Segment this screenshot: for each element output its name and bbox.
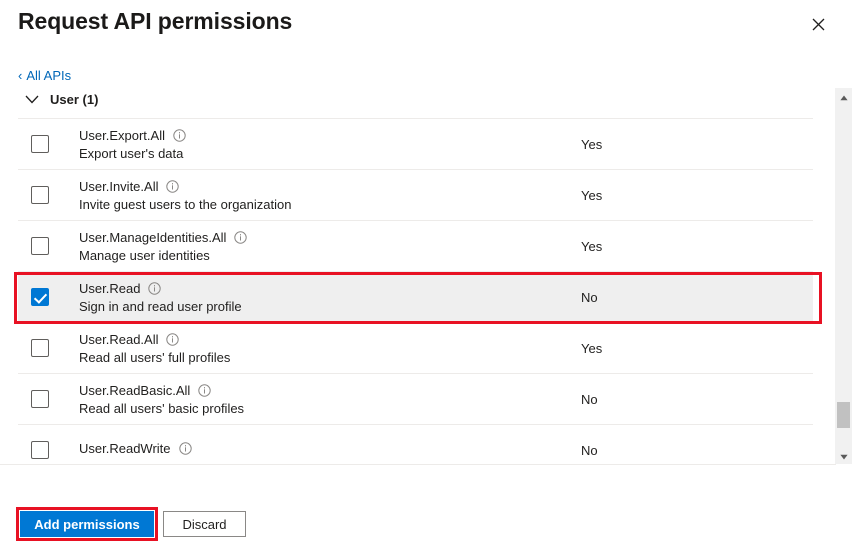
permission-checkbox[interactable] xyxy=(31,135,49,153)
permission-text: User.ReadWrite xyxy=(62,441,581,459)
permission-text: User.ReadBasic.All Read all users' basic … xyxy=(62,383,581,416)
permission-checkbox[interactable] xyxy=(31,390,49,408)
permission-text: User.Read.All Read all users' full profil… xyxy=(62,332,581,365)
permission-text: User.Read Sign in and read user profile xyxy=(62,281,581,314)
permission-checkbox[interactable] xyxy=(31,288,49,306)
checkbox-cell xyxy=(18,135,62,153)
info-icon[interactable] xyxy=(166,332,180,346)
chevron-left-icon: ‹ xyxy=(18,68,23,83)
permission-name-line: User.Invite.All xyxy=(79,179,581,194)
permission-row[interactable]: User.ManageIdentities.All Manage user ide… xyxy=(18,220,813,271)
permission-row[interactable]: User.ReadBasic.All Read all users' basic … xyxy=(18,373,813,424)
admin-consent-value: No xyxy=(581,442,598,458)
permission-group-label: User (1) xyxy=(50,91,99,107)
chevron-down-icon xyxy=(24,91,40,107)
admin-consent-value: No xyxy=(581,289,598,305)
info-icon[interactable] xyxy=(198,383,211,397)
caret-down-icon xyxy=(839,447,848,465)
permission-description: Read all users' full profiles xyxy=(79,349,231,365)
permission-description: Read all users' basic profiles xyxy=(79,400,245,416)
permission-name: User.Read xyxy=(79,280,141,296)
admin-consent-value: Yes xyxy=(581,136,603,152)
caret-up-icon xyxy=(839,88,848,106)
permission-name: User.Export.All xyxy=(79,127,165,143)
permission-name-line: User.Read xyxy=(79,281,581,296)
info-icon[interactable] xyxy=(148,281,162,295)
permission-text: User.Invite.All Invite guest users to the… xyxy=(62,179,581,212)
permission-row[interactable]: User.Export.All Export user's data Yes xyxy=(18,118,813,169)
permission-description: Manage user identities xyxy=(79,247,210,263)
permission-description: Invite guest users to the organization xyxy=(79,196,292,212)
admin-consent-value: No xyxy=(581,391,598,407)
info-icon[interactable] xyxy=(173,128,186,142)
vertical-scrollbar[interactable] xyxy=(835,88,852,464)
discard-button[interactable]: Discard xyxy=(163,511,246,537)
permission-name: User.Invite.All xyxy=(79,178,159,194)
permission-name: User.ReadBasic.All xyxy=(79,382,191,398)
permission-name-line: User.ReadWrite xyxy=(79,441,581,456)
panel-header: Request API permissions xyxy=(0,0,852,58)
permission-checkbox[interactable] xyxy=(31,441,49,459)
page-title: Request API permissions xyxy=(18,8,293,34)
scroll-up-button[interactable] xyxy=(835,88,852,105)
permission-description: Sign in and read user profile xyxy=(79,298,242,314)
permission-name-line: User.ReadBasic.All xyxy=(79,383,581,398)
footer xyxy=(0,465,852,555)
info-icon[interactable] xyxy=(178,442,192,455)
permission-checkbox[interactable] xyxy=(31,339,49,357)
permission-text: User.Export.All Export user's data xyxy=(62,128,581,161)
permissions-list: User.Export.All Export user's data Yes User… xyxy=(0,118,852,465)
permission-name: User.Read.All xyxy=(79,331,159,347)
close-icon xyxy=(812,18,825,31)
permission-name: User.ReadWrite xyxy=(79,441,171,456)
checkbox-cell xyxy=(18,441,62,459)
permission-name-line: User.ManageIdentities.All xyxy=(79,230,581,245)
permission-name-line: User.Export.All xyxy=(79,128,581,143)
permission-name: User.ManageIdentities.All xyxy=(79,229,227,245)
permission-row[interactable]: User.ReadWrite No xyxy=(18,424,813,465)
breadcrumb-all-apis[interactable]: ‹ All APIs xyxy=(18,68,71,83)
checkbox-cell xyxy=(18,288,62,306)
scroll-down-button[interactable] xyxy=(835,447,852,464)
permission-checkbox[interactable] xyxy=(31,237,49,255)
permission-description: Export user's data xyxy=(79,145,184,161)
info-icon[interactable] xyxy=(166,179,180,193)
breadcrumb-label: All APIs xyxy=(26,68,72,83)
permission-group-user[interactable]: User (1) xyxy=(24,91,98,107)
scrollbar-thumb[interactable] xyxy=(837,402,850,428)
close-button[interactable] xyxy=(806,12,830,36)
checkbox-cell xyxy=(18,339,62,357)
admin-consent-value: Yes xyxy=(581,187,603,203)
admin-consent-value: Yes xyxy=(581,340,603,356)
checkbox-cell xyxy=(18,237,62,255)
permission-text: User.ManageIdentities.All Manage user ide… xyxy=(62,230,581,263)
permission-row[interactable]: User.Read.All Read all users' full profil… xyxy=(18,322,813,373)
checkbox-cell xyxy=(18,390,62,408)
permission-checkbox[interactable] xyxy=(31,186,49,204)
info-icon[interactable] xyxy=(234,230,248,244)
checkbox-cell xyxy=(18,186,62,204)
permission-name-line: User.Read.All xyxy=(79,332,581,347)
admin-consent-value: Yes xyxy=(581,238,603,254)
permission-row[interactable]: User.Read Sign in and read user profile No xyxy=(18,271,813,322)
permission-row[interactable]: User.Invite.All Invite guest users to the… xyxy=(18,169,813,220)
add-permissions-button[interactable]: Add permissions xyxy=(20,511,154,537)
